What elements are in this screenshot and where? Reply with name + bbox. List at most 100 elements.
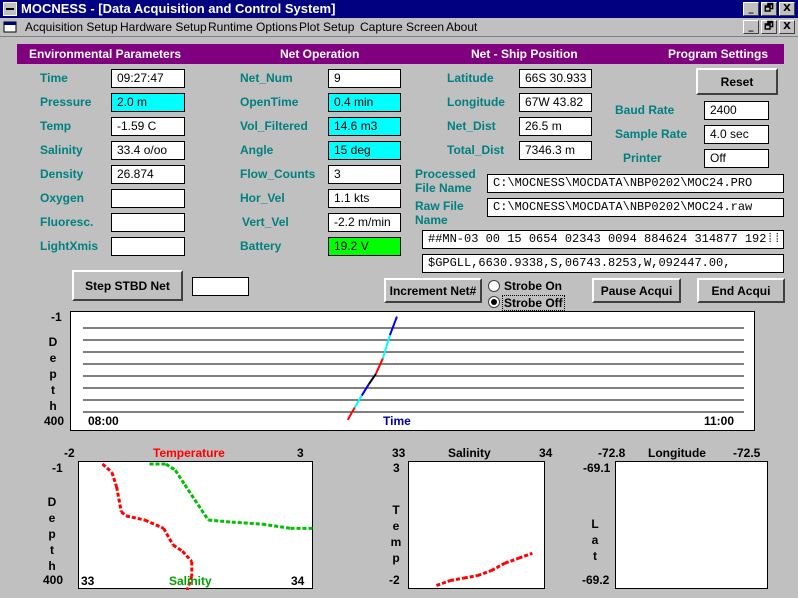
ll-xmax-label: -72.5 [733,446,761,460]
salinity-profile-segment [165,462,177,472]
temp-salinity-svg [435,551,533,587]
processed-file-label-1: Processed [415,167,476,181]
reset-button[interactable]: Reset [696,68,778,95]
header-position: Net - Ship Position [471,47,578,61]
lightxmis-label: LightXmis [40,239,99,253]
flow-counts-label: Flow_Counts [240,167,316,181]
salinity-profile-segment [183,483,210,521]
net-dist-field: 26.5 m [519,117,592,136]
hor-vel-field: 1.1 kts [328,189,401,208]
angle-field: 15 deg [328,141,401,160]
dt-depth-axis-label: Depth [47,334,59,414]
depth-time-svg [83,316,744,421]
sal-xmin-label: 33 [81,574,95,588]
step-stbd-field[interactable] [192,277,249,296]
document-icon[interactable] [2,20,18,34]
opentime-label: OpenTime [240,95,299,109]
processed-file-label-2: File Name [415,181,472,195]
mdi-close-button[interactable]: X [779,20,795,34]
temperature-profile-segment [110,471,119,488]
app-window: MOCNESS - [Data Acquisition and Control … [0,0,798,598]
td-ylabel-char-1: e [48,511,56,525]
td-ylabel-char-4: h [48,559,56,573]
temperature-profile-segment [120,510,127,517]
salinity-profile-segment [174,469,187,486]
ll-ylabel-char-0: L [591,517,599,531]
strobe-on-label[interactable]: Strobe On [504,279,562,293]
raw-file-label-1: Raw File [415,199,464,213]
time-start-label: 08:00 [88,414,119,428]
lightxmis-field [111,237,185,256]
menu-capture-screen[interactable]: Capture Screen [360,20,444,34]
header-net-operation: Net Operation [280,47,360,61]
printer-field: Off [704,149,769,168]
strobe-on-radio[interactable] [488,280,500,292]
dt-ybottom-label: 400 [44,414,65,428]
menu-hardware-setup[interactable]: Hardware Setup [120,20,207,34]
ll-ytop-label: -69.1 [583,461,611,475]
app-menu-icon[interactable] [3,2,17,16]
data-stream-line-2: $GPGLL,6630.9338,S,06743.8253,W,092447.0… [422,254,784,273]
latitude-field: 66S 30.933 [519,69,592,88]
vert-vel-field: -2.2 m/min [328,213,401,232]
menu-runtime-options[interactable]: Runtime Options [208,20,297,34]
net-num-field: 9 [328,69,401,88]
vol-filtered-label: Vol_Filtered [240,119,308,133]
dt-ytop-label: -1 [51,310,62,324]
dt-ylabel-char-3: t [51,383,55,397]
temp-xmin-label: -2 [64,446,75,460]
section-header: Environmental Parameters Net Operation N… [17,44,784,64]
temp-plot-title: Temperature [153,446,225,460]
window-title: MOCNESS - [Data Acquisition and Control … [21,1,336,16]
pause-acqui-button[interactable]: Pause Acqui [592,278,681,303]
time-axis-label: Time [383,414,411,428]
data-stream-line-1: ##MN-03 00 15 0654 02343 0094 884624 314… [422,230,784,249]
processed-file-field: C:\MOCNESS\MOCDATA\NBP0202\MOC24.PRO [487,174,784,193]
ll-ylabel-char-2: t [593,549,597,563]
temperature-profile-segment [144,518,165,530]
ts-xmin-label: 33 [392,446,406,460]
end-acqui-button[interactable]: End Acqui [697,278,785,303]
vert-vel-label: Vert_Vel [242,215,289,229]
lat-lon-svg [616,462,769,590]
ll-xmin-label: -72.8 [598,446,626,460]
oxygen-field [111,189,185,208]
ts-ytop-label: 3 [393,461,400,475]
mdi-minimize-button[interactable]: _ [743,20,759,34]
printer-label: Printer [623,151,662,165]
raw-file-label-2: Name [415,213,448,227]
strobe-off-radio[interactable] [488,296,500,308]
oxygen-label: Oxygen [40,191,85,205]
sample-rate-field: 4.0 sec [704,125,769,144]
menu-acquisition-setup[interactable]: Acquisition Setup [25,20,118,34]
total-dist-label: Total_Dist [447,143,505,157]
close-button[interactable]: X [779,2,795,16]
strobe-off-label[interactable]: Strobe Off [502,295,565,311]
time-field: 09:27:47 [111,69,185,88]
increment-net-button[interactable]: Increment Net# [384,278,482,303]
salinity-profile-segment [262,522,291,530]
temp-label: Temp [40,119,72,133]
menu-plot-setup[interactable]: Plot Setup [299,20,354,34]
angle-label: Angle [240,143,274,157]
minimize-button[interactable]: _ [743,2,759,16]
dt-depth-trace-segment [374,357,384,375]
ts-point-segment [435,579,451,587]
battery-field: 19.2 V [328,237,401,256]
menu-about[interactable]: About [446,20,477,34]
temperature-profile-segment [125,514,146,522]
strobe-group: Strobe On Strobe Off [485,278,570,311]
temp-depth-svg [101,462,314,590]
dt-ylabel-char-4: h [49,399,57,413]
temperature-profile-segment [172,543,184,553]
restore-button[interactable]: 🗗 [761,2,777,16]
total-dist-field: 7346.3 m [519,141,592,160]
step-stbd-net-button[interactable]: Step STBD Net [72,270,183,301]
raw-file-field: C:\MOCNESS\MOCDATA\NBP0202\MOC24.raw [487,198,784,217]
ts-point-segment [463,574,478,580]
mdi-restore-button[interactable]: 🗗 [761,20,777,34]
ts-xmax-label: 34 [539,446,553,460]
density-label: Density [40,167,84,181]
ts-ylabel-char-2: m [390,535,402,549]
lat-lon-plot [615,461,768,589]
